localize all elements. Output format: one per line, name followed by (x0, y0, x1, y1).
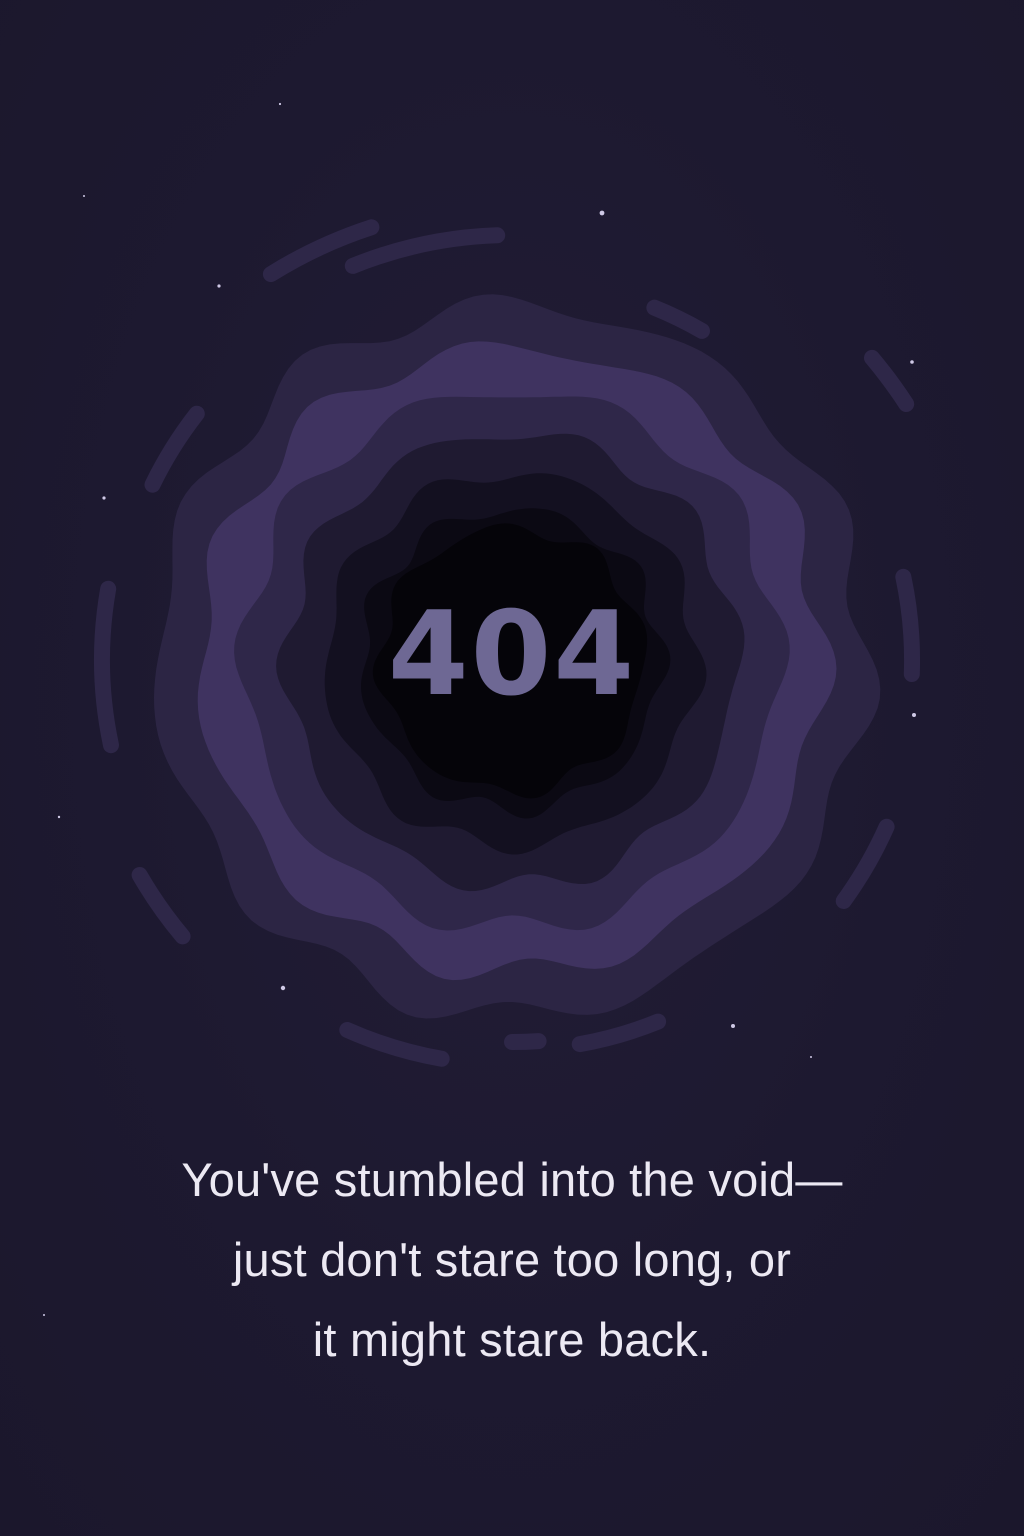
orbit-dash (646, 299, 710, 339)
orbit-dash (339, 1022, 450, 1067)
star (83, 195, 85, 197)
message-line-2: just don't stare too long, or (232, 1233, 792, 1286)
error-code: 404 (387, 587, 637, 722)
star (599, 210, 605, 216)
orbit-dash (864, 349, 915, 412)
orbit-dash (131, 867, 191, 945)
orbit-dash (835, 818, 895, 909)
message-line-1: You've stumbled into the void— (181, 1153, 843, 1206)
star (280, 985, 286, 991)
orbit-dash (144, 405, 205, 493)
star (102, 496, 106, 500)
star (731, 1024, 735, 1028)
star (43, 1314, 45, 1316)
orbit-dash (344, 227, 506, 274)
star (57, 815, 61, 819)
orbit-dash (571, 1013, 667, 1053)
error-page: 404 You've stumbled into the void— just … (0, 0, 1024, 1536)
star (278, 102, 282, 106)
star (910, 360, 914, 364)
void-message: You've stumbled into the void— just don'… (60, 1140, 964, 1380)
message-line-3: it might stare back. (312, 1313, 712, 1366)
orbit-dash (504, 1033, 547, 1051)
star (217, 284, 221, 288)
star (810, 1056, 812, 1058)
